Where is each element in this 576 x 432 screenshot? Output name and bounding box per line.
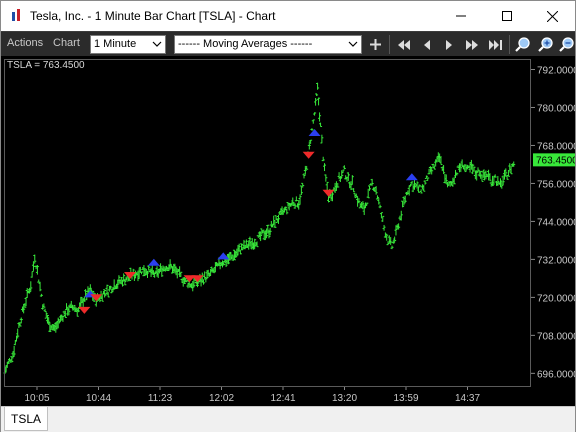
add-icon bbox=[370, 39, 381, 50]
go-last-button[interactable] bbox=[487, 36, 504, 53]
last-price-marker: 763.4500 bbox=[533, 153, 575, 167]
step-forward-button[interactable] bbox=[441, 36, 458, 53]
chart-menu[interactable]: Chart bbox=[53, 37, 80, 49]
time-tick-label: 14:37 bbox=[455, 393, 480, 404]
step-back-icon bbox=[424, 39, 430, 50]
chart-window: Tesla, Inc. - 1 Minute Bar Chart [TSLA] … bbox=[0, 0, 576, 432]
zoom-button[interactable] bbox=[514, 36, 531, 53]
time-tick-label: 10:44 bbox=[86, 393, 111, 404]
actions-menu[interactable]: Actions bbox=[7, 37, 43, 49]
close-icon bbox=[546, 10, 558, 22]
interval-value: 1 Minute bbox=[94, 38, 137, 50]
step-forward-icon bbox=[446, 39, 452, 50]
chart-area[interactable]: 792.0000 780.0000 768.0000 756.0000 744.0000… bbox=[1, 56, 575, 406]
price-tick-label: 708.0000 bbox=[537, 331, 575, 342]
time-tick-label: 10:05 bbox=[24, 393, 49, 404]
time-tick-label: 12:41 bbox=[270, 393, 295, 404]
minimize-button[interactable] bbox=[438, 1, 484, 31]
toolbar-divider bbox=[389, 35, 390, 54]
last-icon bbox=[489, 39, 502, 50]
price-tick-label: 744.0000 bbox=[537, 217, 575, 228]
chevron-down-icon bbox=[348, 41, 358, 47]
price-axis: 792.0000 780.0000 768.0000 756.0000 744.0000… bbox=[531, 65, 575, 380]
go-next-button[interactable] bbox=[463, 36, 480, 53]
forward-icon bbox=[465, 39, 478, 50]
minimize-icon bbox=[456, 15, 466, 17]
maximize-button[interactable] bbox=[484, 1, 530, 31]
price-tick-label: 720.0000 bbox=[537, 293, 575, 304]
interval-select[interactable]: 1 Minute bbox=[90, 35, 166, 54]
chart-toolbar: Actions Chart 1 Minute ------ Moving Ave… bbox=[1, 31, 575, 56]
time-axis: 10:05 10:44 11:23 12:02 12:41 13:20 13:59 14:37 bbox=[24, 386, 480, 404]
price-tick-label: 696.0000 bbox=[537, 369, 575, 380]
chevron-down-icon bbox=[152, 41, 162, 47]
go-first-button[interactable] bbox=[395, 36, 412, 53]
app-bar-chart-icon bbox=[11, 9, 23, 23]
time-tick-label: 12:02 bbox=[209, 393, 234, 404]
first-icon bbox=[397, 39, 410, 50]
price-tick-label: 780.0000 bbox=[537, 103, 575, 114]
zoom-in-button[interactable] bbox=[537, 36, 554, 53]
time-tick-label: 13:20 bbox=[332, 393, 357, 404]
zoom-icon bbox=[515, 37, 530, 52]
zoom-out-icon bbox=[559, 37, 574, 52]
price-tick-label: 756.0000 bbox=[537, 179, 575, 190]
step-back-button[interactable] bbox=[419, 36, 436, 53]
time-tick-label: 13:59 bbox=[393, 393, 418, 404]
zoom-out-button[interactable] bbox=[558, 36, 575, 53]
time-tick-label: 11:23 bbox=[148, 393, 173, 404]
maximize-icon bbox=[502, 11, 512, 21]
study-value: ------ Moving Averages ------ bbox=[178, 38, 313, 50]
tab-tsla[interactable]: TSLA bbox=[4, 407, 48, 431]
symbol-tab-bar: TSLA bbox=[1, 406, 575, 432]
price-readout: TSLA = 763.4500 bbox=[7, 60, 85, 71]
study-select[interactable]: ------ Moving Averages ------ bbox=[174, 35, 362, 54]
toolbar-divider bbox=[509, 35, 510, 54]
last-price-label: 763.4500 bbox=[536, 155, 575, 166]
price-tick-label: 732.0000 bbox=[537, 255, 575, 266]
plot-frame bbox=[4, 59, 531, 387]
close-button[interactable] bbox=[529, 1, 575, 31]
add-study-button[interactable] bbox=[367, 36, 384, 53]
zoom-in-icon bbox=[538, 37, 553, 52]
price-tick-label: 768.0000 bbox=[537, 141, 575, 152]
price-tick-label: 792.0000 bbox=[537, 65, 575, 76]
window-title: Tesla, Inc. - 1 Minute Bar Chart [TSLA] … bbox=[30, 9, 276, 23]
title-bar[interactable]: Tesla, Inc. - 1 Minute Bar Chart [TSLA] … bbox=[1, 1, 575, 31]
